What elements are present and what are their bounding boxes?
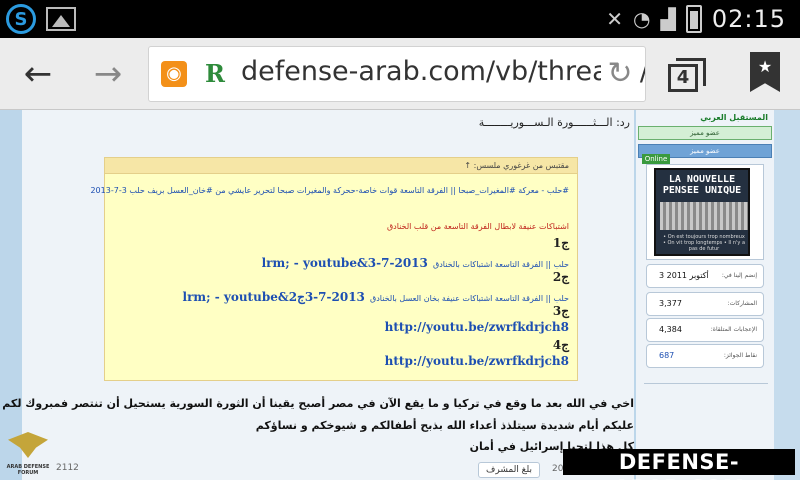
avatar-title: LA NOUVELLE PENSEE UNIQUE (662, 174, 742, 196)
quote-item-label: حلب || الفرقة التاسعة اشتباكات بالخنادق (432, 260, 569, 269)
post-title: رد: الـــثــــــورة الـســـوريــــــــة (478, 116, 630, 129)
post-author-sidebar: المستقبل العربي عضو مميز عضو مميز Online… (636, 110, 774, 480)
quote-item-label: حلب || الفرقة التاسعة اشتباكات عنيفة بخا… (370, 294, 569, 303)
reload-icon[interactable]: ↻ (601, 55, 639, 93)
post-body-line: اخي في الله بعد ما وقع في تركيا و ما يقع… (0, 397, 634, 410)
avatar-crowd-image (660, 202, 748, 230)
author-username[interactable]: المستقبل العربي (700, 113, 768, 122)
quote-item-link-row: حلب || الفرقة التاسعة اشتباكات بالخنادق … (262, 252, 569, 271)
forum-logo-text: ARAB DEFENSE FORUM (6, 464, 50, 476)
post-number[interactable]: 20 (552, 464, 563, 474)
quote-item-number: ج1 (552, 236, 569, 250)
online-status-badge: Online (642, 154, 670, 164)
address-bar[interactable]: ◉ R defense-arab.com/vb/threads/411 ↻ (148, 46, 646, 102)
quote-item-number: ج4 (552, 338, 569, 352)
status-bar: S ✕ ◔ ▟ 02:15 (0, 0, 800, 38)
sidebar-divider (644, 380, 768, 384)
quote-item-link-row: حلب || الفرقة التاسعة اشتباكات عنيفة بخا… (183, 286, 569, 305)
rss-icon[interactable]: ◉ (161, 61, 187, 87)
quote-red-line: اشتباكات عنيفة لابطال الفرقة التاسعة من … (386, 222, 569, 231)
app-notification-icon: S (6, 4, 36, 34)
author-rank: عضو مميز (638, 126, 772, 140)
site-favicon: R (205, 59, 225, 88)
browser-toolbar: ← → ◉ R defense-arab.com/vb/threads/411 … (0, 38, 800, 110)
tabs-button[interactable]: 4 (668, 58, 706, 92)
wifi-icon: ◔ (632, 7, 651, 31)
quote-hashtag-line[interactable]: #حلب - معركة #المغيرات_صبحا || الفرقة ال… (90, 186, 569, 195)
stat-likes: الإعجابات المتلقاة: 4,384 (646, 318, 764, 342)
stat-posts: المشاركات: 3,377 (646, 292, 764, 316)
video-link[interactable]: 2013-7-3&lrm; - youtube (262, 256, 428, 270)
back-button[interactable]: ← (16, 52, 60, 96)
forum-logo[interactable]: ARAB DEFENSE FORUM (4, 428, 52, 478)
stat-trophy-points[interactable]: نقاط الجوائز: 687 (646, 344, 764, 368)
bookmark-icon[interactable]: ★ (750, 52, 780, 92)
mute-icon: ✕ (606, 7, 623, 31)
eagle-icon (8, 432, 48, 458)
quote-header[interactable]: مقتبس من غرغوري ملسس: ↑ (105, 158, 577, 174)
battery-icon (685, 5, 702, 33)
video-link[interactable]: http://youtu.be/zwrfkdrjch8 (385, 320, 569, 334)
clock: 02:15 (711, 5, 786, 33)
post-count-partial: 2112 (56, 463, 79, 473)
stat-join-date: إنضم إلينا في: 3 أكتوبر 2011 (646, 264, 764, 288)
video-link[interactable]: http://youtu.be/zwrfkdrjch8 (385, 354, 569, 368)
quote-block: مقتبس من غرغوري ملسس: ↑ #حلب - معركة #ال… (90, 157, 578, 381)
arrow-right-icon: → (93, 54, 123, 94)
report-button[interactable]: بلغ المشرف (478, 462, 540, 478)
web-page: المستقبل العربي عضو مميز عضو مميز Online… (0, 110, 800, 480)
signal-icon: ▟ (660, 7, 676, 31)
forward-button[interactable]: → (86, 52, 130, 96)
arrow-left-icon: ← (23, 54, 53, 94)
gallery-notification-icon (46, 7, 76, 31)
avatar-caption: • On est toujours trop nombreux • On vit… (662, 234, 746, 252)
avatar[interactable]: LA NOUVELLE PENSEE UNIQUE • On est toujo… (654, 168, 750, 256)
tab-count: 4 (668, 64, 698, 92)
url-text[interactable]: defense-arab.com/vb/threads/411 (241, 56, 645, 87)
quote-item-number: ج2 (552, 270, 569, 284)
site-watermark: DEFENSE-ARAB.COM (563, 449, 795, 480)
quote-item-number: ج3 (552, 304, 569, 318)
post-body-line: عليكم أيام شديدة سيتلذذ أعداء الله بذبح … (255, 419, 634, 432)
page-right-margin (774, 110, 800, 480)
video-link[interactable]: 2013-7-3ج2&lrm; - youtube (183, 290, 365, 304)
